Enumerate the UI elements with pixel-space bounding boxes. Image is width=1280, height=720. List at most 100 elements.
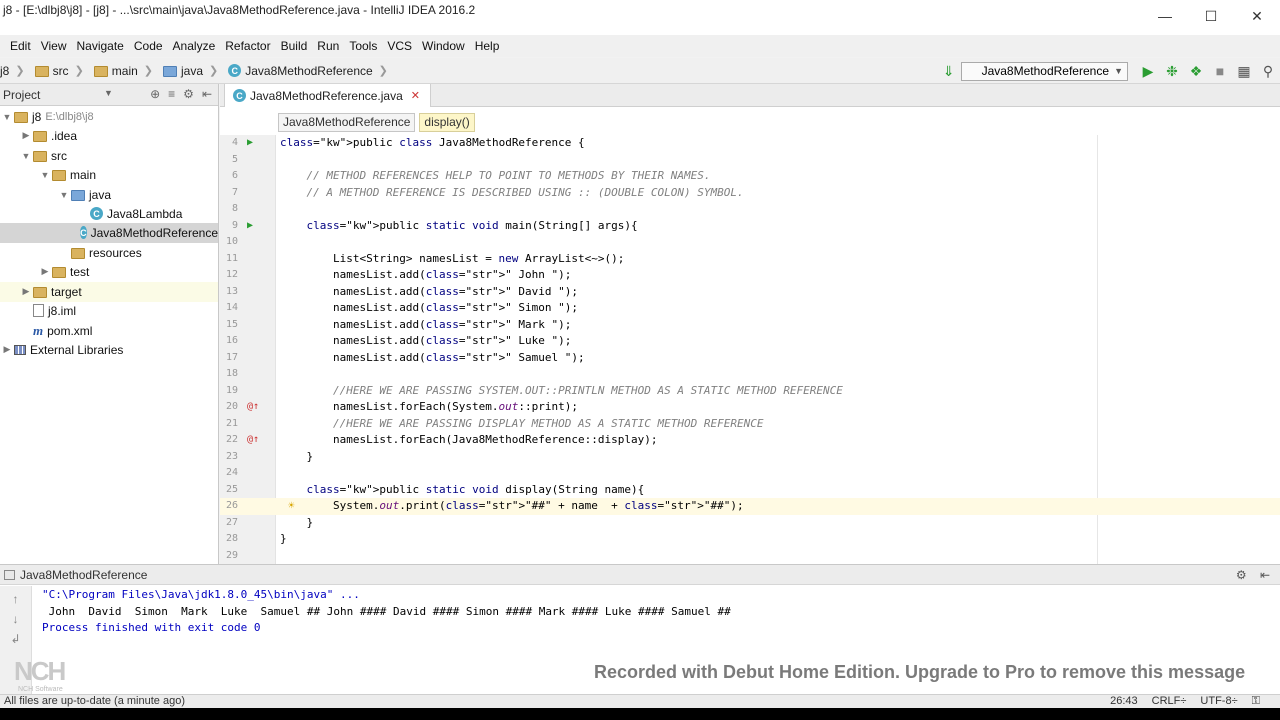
console-output[interactable]: "C:\Program Files\Java\jdk1.8.0_45\bin\j… [42,587,731,637]
scroll-down-icon[interactable]: ↓ [0,612,31,626]
gear-icon[interactable]: ⚙ [1236,568,1247,582]
line-separator[interactable]: CRLF÷ [1152,695,1187,708]
code-line[interactable]: 6 // METHOD REFERENCES HELP TO POINT TO … [220,168,1280,185]
collapsed-arrow-icon[interactable]: ▶ [0,344,14,355]
breadcrumb-class[interactable]: Java8MethodReference [278,113,416,132]
code-line[interactable]: 9 ▶ class="kw">public static void main(St… [220,218,1280,235]
code-line[interactable]: 25 class="kw">public static void display… [220,482,1280,499]
menu-code[interactable]: Code [129,39,168,53]
code-line[interactable]: 17 namesList.add(class="str">" Samuel ")… [220,350,1280,367]
code-line[interactable]: 12 namesList.add(class="str">" John "); [220,267,1280,284]
scroll-up-icon[interactable]: ↑ [0,592,31,606]
hide-panel-icon[interactable]: ⇤ [202,87,212,101]
collapsed-arrow-icon[interactable]: ▶ [19,286,33,297]
run-gutter-icon[interactable]: ▶ [247,218,253,235]
tree-item-main[interactable]: ▼ main [0,165,218,185]
menu-window[interactable]: Window [417,39,470,53]
code-line[interactable]: 15 namesList.add(class="str">" Mark "); [220,317,1280,334]
soft-wrap-icon[interactable]: ↲ [0,632,31,646]
menu-build[interactable]: Build [276,39,313,53]
minimize-icon[interactable]: — [1142,0,1188,35]
tree-item-java8lambda[interactable]: C Java8Lambda [0,204,218,224]
debug-icon[interactable]: ❉ [1160,60,1184,82]
menu-view[interactable]: View [36,39,72,53]
code-line[interactable]: 19 //HERE WE ARE PASSING SYSTEM.OUT::PRI… [220,383,1280,400]
expanded-arrow-icon[interactable]: ▼ [57,190,71,200]
code-line[interactable]: 14 namesList.add(class="str">" Simon "); [220,300,1280,317]
menu-navigate[interactable]: Navigate [71,39,128,53]
menu-edit[interactable]: Edit [5,39,36,53]
code-editor[interactable]: Java8MethodReference display() 4 ▶ class="… [220,107,1280,564]
nav-crumb-main[interactable]: main ❯ [93,64,159,78]
caret-position[interactable]: 26:43 [1110,695,1138,708]
expanded-arrow-icon[interactable]: ▼ [19,151,33,161]
build-arrow-icon[interactable]: ⇓ [937,60,961,82]
menu-refactor[interactable]: Refactor [220,39,275,53]
code-line[interactable]: 21 //HERE WE ARE PASSING DISPLAY METHOD … [220,416,1280,433]
code-line[interactable]: 5 [220,152,1280,169]
file-encoding[interactable]: UTF-8÷ [1200,695,1237,708]
tree-item-j8-iml[interactable]: j8.iml [0,301,218,321]
run-gutter-icon[interactable]: ▶ [247,135,253,152]
breadcrumb-method[interactable]: display() [419,113,475,132]
code-line[interactable]: 26 ☀ System.out.print(class="str">"##" + … [220,498,1280,515]
nav-crumb-class[interactable]: C Java8MethodReference ❯ [228,64,394,78]
code-line[interactable]: 28} [220,531,1280,548]
lock-icon[interactable]: ⚿ [1252,695,1260,708]
maximize-icon[interactable]: ☐ [1188,0,1234,35]
code-line[interactable]: 7 // A METHOD REFERENCE IS DESCRIBED USI… [220,185,1280,202]
gear-icon[interactable]: ⚙ [183,87,194,101]
code-line[interactable]: 10 [220,234,1280,251]
project-structure-icon[interactable]: ▦ [1232,60,1256,82]
collapsed-arrow-icon[interactable]: ▶ [19,130,33,141]
editor-tab-java8methodreference[interactable]: C Java8MethodReference.java ✕ [224,84,431,107]
code-line[interactable]: 22 @↑ namesList.forEach(Java8MethodRefere… [220,432,1280,449]
close-tab-icon[interactable]: ✕ [411,89,420,102]
menu-tools[interactable]: Tools [344,39,382,53]
search-icon[interactable]: ⚲ [1256,60,1280,82]
hide-panel-icon[interactable]: ⇤ [1260,568,1270,582]
nav-crumb-java[interactable]: java ❯ [163,64,224,78]
code-line[interactable]: 23 } [220,449,1280,466]
sync-icon[interactable]: ⊕ [150,87,160,101]
menu-vcs[interactable]: VCS [382,39,417,53]
project-panel-header[interactable]: Project ▼ ⊕ ≡ ⚙ ⇤ [0,84,218,106]
dropdown-arrow-icon[interactable]: ▼ [104,88,113,98]
tree-item-test[interactable]: ▶ test [0,262,218,282]
tree-item-pom-xml[interactable]: m pom.xml [0,321,218,341]
tree-item-src[interactable]: ▼ src [0,146,218,166]
collapsed-arrow-icon[interactable]: ▶ [38,266,52,277]
nav-crumb-src[interactable]: src ❯ [34,64,90,78]
code-line[interactable]: 24 [220,465,1280,482]
expanded-arrow-icon[interactable]: ▼ [38,170,52,180]
expanded-arrow-icon[interactable]: ▼ [0,112,14,122]
code-line[interactable]: 29 [220,548,1280,565]
code-line[interactable]: 27 } [220,515,1280,532]
code-line[interactable]: 4 ▶ class="kw">public class Java8MethodRef… [220,135,1280,152]
code-line[interactable]: 20 @↑ namesList.forEach(System.out::print… [220,399,1280,416]
code-line[interactable]: 13 namesList.add(class="str">" David "); [220,284,1280,301]
collapse-icon[interactable]: ≡ [168,87,175,101]
close-icon[interactable]: ✕ [1234,0,1280,35]
code-line[interactable]: 8 [220,201,1280,218]
tree-item-java[interactable]: ▼ java [0,185,218,205]
method-reference-gutter-icon[interactable]: @↑ [247,432,259,449]
code-line[interactable]: 18 [220,366,1280,383]
coverage-icon[interactable]: ❖ [1184,60,1208,82]
tree-item-idea[interactable]: ▶ .idea [0,126,218,146]
menu-run[interactable]: Run [312,39,344,53]
code-line[interactable]: 11 List<String> namesList = new ArrayLis… [220,251,1280,268]
menu-analyze[interactable]: Analyze [168,39,221,53]
run-configuration-select[interactable]: Java8MethodReference ▼ [960,61,1128,81]
tree-item-java8methodreference[interactable]: C Java8MethodReference [0,223,218,243]
tree-item-j8[interactable]: ▼ j8 E:\dlbj8\j8 [0,107,218,127]
stop-icon[interactable]: ■ [1208,60,1232,82]
nav-crumb-project[interactable]: j8 ❯ [0,64,31,78]
run-icon[interactable]: ▶ [1136,60,1160,82]
code-line[interactable]: 16 namesList.add(class="str">" Luke "); [220,333,1280,350]
tree-item-resources[interactable]: resources [0,243,218,263]
menu-help[interactable]: Help [470,39,505,53]
method-reference-gutter-icon[interactable]: @↑ [247,399,259,416]
run-panel-title[interactable]: Java8MethodReference [20,568,147,582]
tree-item-target[interactable]: ▶ target [0,282,218,302]
